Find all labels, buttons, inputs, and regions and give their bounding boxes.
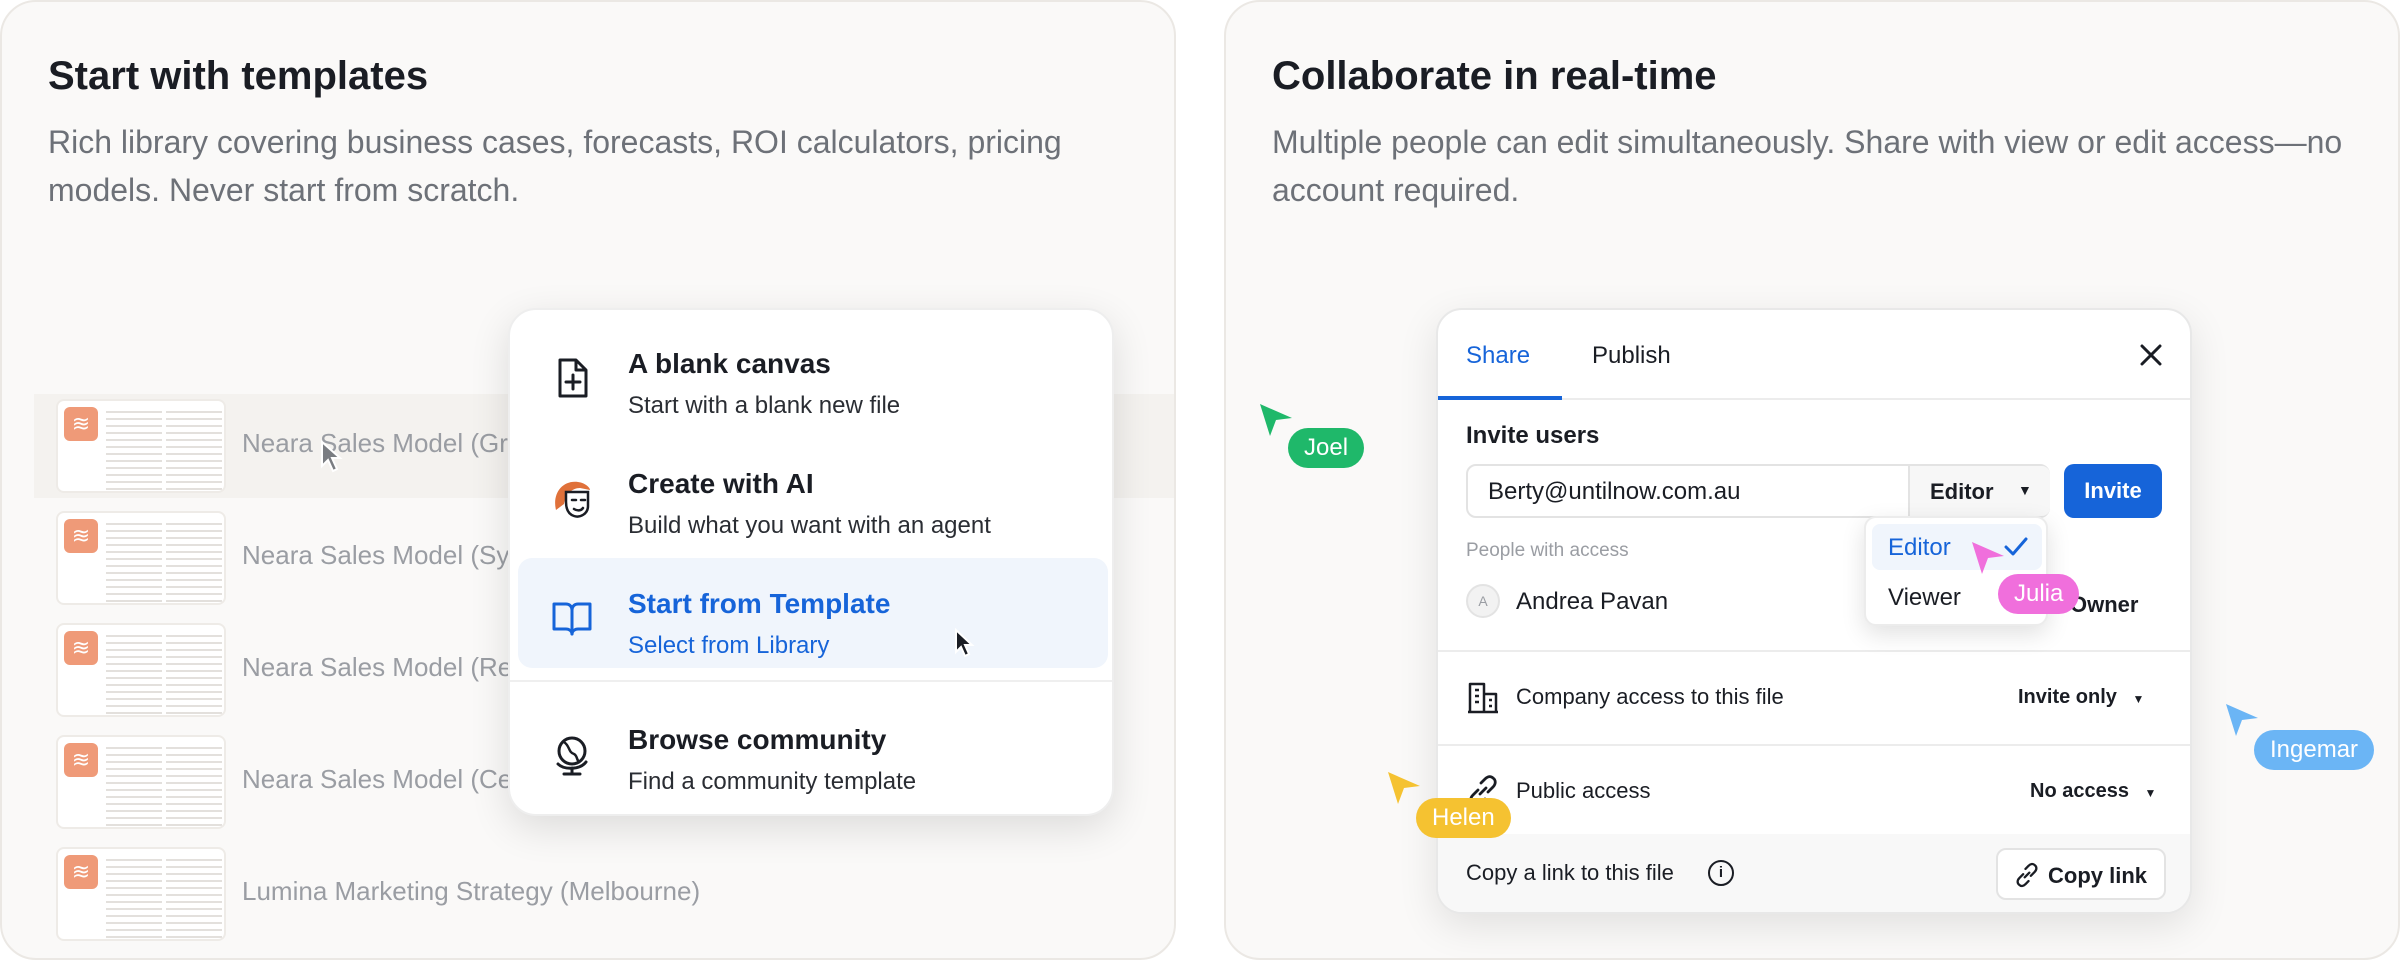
layers-icon: ≋ [64, 855, 98, 889]
dropdown-option-label: Editor [1888, 534, 1951, 561]
file-name: Neara Sales Model (Gre [242, 428, 523, 458]
role-select-value: Editor [1930, 479, 1994, 504]
pointer-icon [1260, 404, 1292, 436]
layers-icon: ≋ [64, 519, 98, 553]
file-thumbnail: ≋ [56, 623, 226, 717]
menu-item-subtitle: Find a community template [628, 768, 917, 795]
close-icon[interactable] [2138, 342, 2164, 368]
dropdown-option-label: Viewer [1888, 584, 1961, 611]
tab-share[interactable]: Share [1466, 342, 1530, 370]
pointer-icon [1972, 542, 2004, 574]
layers-icon: ≋ [64, 631, 98, 665]
public-access-value: No access [2030, 780, 2129, 802]
share-dialog: Share Publish Invite users Berty@untilno… [1436, 308, 2192, 914]
building-icon [1468, 682, 1498, 714]
email-field[interactable]: Berty@untilnow.com.au Editor ▼ [1466, 464, 2050, 518]
card-title: Start with templates [48, 54, 429, 98]
ai-agent-icon [555, 481, 590, 518]
collaborator-name-tag: Julia [1998, 574, 2080, 614]
file-thumbnail: ≋ [56, 399, 226, 493]
menu-item-subtitle: Build what you want with an agent [628, 512, 991, 539]
info-icon[interactable]: i [1708, 860, 1734, 886]
menu-item-title: Browse community [628, 724, 887, 755]
card-title: Collaborate in real-time [1272, 54, 1717, 98]
avatar: A [1466, 584, 1500, 618]
file-thumbnail: ≋ [56, 735, 226, 829]
person-name: Andrea Pavan [1516, 588, 1669, 615]
card-description: Rich library covering business cases, fo… [48, 124, 1062, 208]
menu-item-title: A blank canvas [628, 348, 831, 379]
caret-down-icon: ▼ [2018, 482, 2032, 498]
email-value: Berty@untilnow.com.au [1488, 478, 1741, 505]
people-with-access-label: People with access [1466, 540, 1629, 561]
collaborator-name-tag: Joel [1288, 428, 1365, 468]
layers-icon: ≋ [64, 407, 98, 441]
menu-item-start-from-template[interactable]: Start from Template Select from Library [518, 558, 1108, 668]
file-name: Neara Sales Model (Cen [242, 764, 527, 794]
company-access-value: Invite only [2018, 686, 2117, 708]
menu-item-title: Create with AI [628, 468, 814, 499]
caret-down-icon: ▼ [2144, 786, 2157, 800]
section-divider [1438, 650, 2190, 652]
book-icon [552, 602, 592, 636]
active-tab-indicator [1438, 396, 1562, 400]
dropdown-option-editor[interactable]: Editor [1872, 524, 2042, 570]
role-select[interactable]: Editor ▼ [1908, 466, 2050, 516]
company-access-label: Company access to this file [1516, 684, 1784, 709]
pointer-icon [2226, 704, 2258, 736]
file-name: Neara Sales Model (Reg [242, 652, 527, 682]
person-role: Owner [2070, 592, 2139, 617]
invite-users-label: Invite users [1466, 422, 1600, 449]
dialog-footer: Copy a link to this file i Copy link [1438, 834, 2190, 912]
public-access-select[interactable]: No access ▼ [2030, 780, 2156, 803]
pointer-icon [1388, 772, 1420, 804]
file-name: Neara Sales Model (Syd [242, 540, 524, 570]
new-file-menu: A blank canvas Start with a blank new fi… [508, 308, 1114, 816]
menu-item-subtitle: Start with a blank new file [628, 392, 901, 419]
caret-down-icon: ▼ [2132, 692, 2145, 706]
copy-link-hint: Copy a link to this file [1466, 860, 1674, 885]
company-access-select[interactable]: Invite only ▼ [2018, 686, 2144, 709]
menu-item-browse-community[interactable]: Browse community Find a community templa… [518, 694, 1108, 804]
menu-item-blank-canvas[interactable]: A blank canvas Start with a blank new fi… [518, 318, 1108, 428]
file-name: Lumina Marketing Strategy (Melbourne) [242, 876, 701, 906]
menu-item-create-with-ai[interactable]: Create with AI Build what you want with … [518, 438, 1108, 548]
file-thumbnail: ≋ [56, 511, 226, 605]
collaborator-name-tag: Ingemar [2254, 730, 2375, 770]
mouse-cursor-icon [321, 440, 343, 473]
collaborator-name-tag: Helen [1416, 798, 1511, 838]
link-icon [2016, 862, 2038, 888]
copy-link-button[interactable]: Copy link [1996, 848, 2166, 900]
templates-card: Start with templates Rich library coveri… [0, 0, 1176, 960]
menu-item-title: Start from Template [628, 588, 891, 619]
copy-link-label: Copy link [2048, 863, 2148, 888]
menu-divider [510, 680, 1112, 682]
globe-icon [556, 736, 588, 776]
card-description: Multiple people can edit simultaneously.… [1272, 124, 2343, 208]
public-access-label: Public access [1516, 778, 1651, 803]
section-divider [1438, 744, 2190, 746]
menu-item-subtitle: Select from Library [628, 632, 830, 659]
tab-publish[interactable]: Publish [1592, 342, 1671, 370]
layers-icon: ≋ [64, 743, 98, 777]
file-plus-icon [558, 358, 588, 398]
invite-button[interactable]: Invite [2064, 464, 2162, 518]
file-row[interactable]: ≋ Lumina Marketing Strategy (Melbourne) [34, 842, 1174, 946]
file-thumbnail: ≋ [56, 847, 226, 941]
mouse-cursor-icon [955, 628, 975, 658]
collaboration-card: Collaborate in real-time Multiple people… [1224, 0, 2400, 960]
